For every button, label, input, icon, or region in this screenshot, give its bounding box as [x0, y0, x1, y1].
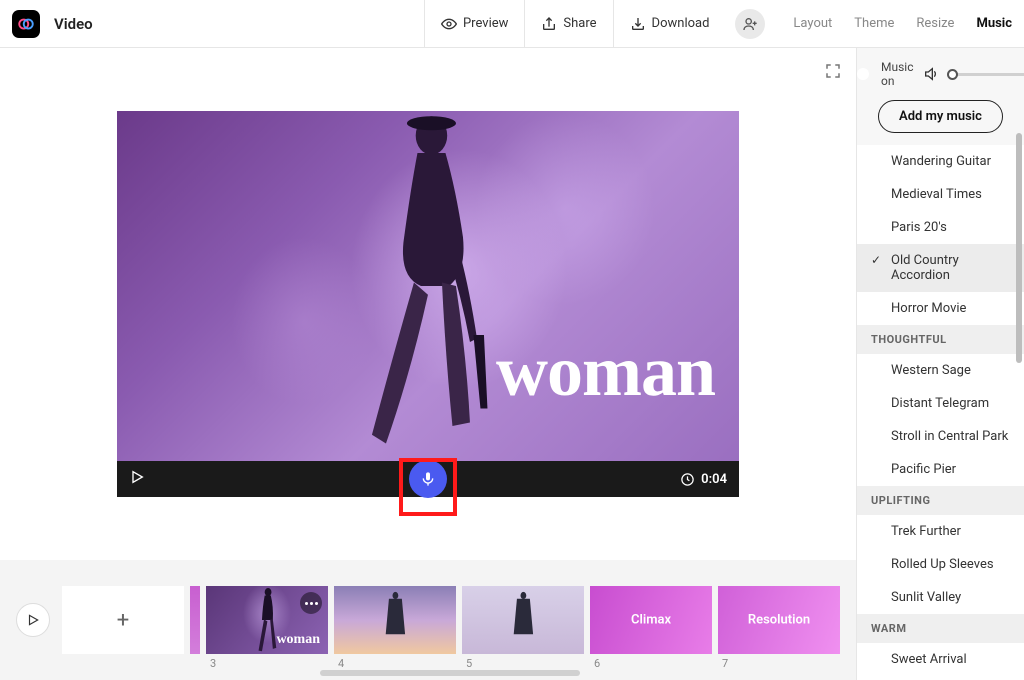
track-category: WARM [857, 614, 1024, 643]
stage: woman 0:04 [0, 48, 856, 560]
clock-icon [680, 472, 695, 487]
player-bar: 0:04 [117, 461, 739, 497]
eye-icon [441, 16, 457, 32]
microphone-icon [420, 471, 436, 487]
app-logo [12, 10, 40, 38]
preview-button[interactable]: Preview [424, 0, 524, 48]
track-item[interactable]: Sweet Arrival [857, 643, 1024, 676]
main: woman 0:04 [0, 48, 1024, 680]
volume-slider[interactable] [947, 73, 1024, 76]
play-button[interactable] [129, 469, 145, 489]
track-category: THOUGHTFUL [857, 325, 1024, 354]
track-item[interactable]: Wandering Guitar [857, 145, 1024, 178]
share-icon [541, 16, 557, 32]
thumb-number: 6 [594, 657, 600, 670]
thumb-number: 4 [338, 657, 344, 670]
timeline-thumb[interactable]: woman3 [206, 586, 328, 654]
track-item[interactable]: Western Sage [857, 354, 1024, 387]
speaker-icon[interactable] [923, 66, 939, 82]
timeline-play-button[interactable] [16, 603, 50, 637]
track-category: UPLIFTING [857, 486, 1024, 515]
download-icon [630, 16, 646, 32]
download-button[interactable]: Download [613, 0, 726, 48]
track-item[interactable]: Horror Movie [857, 292, 1024, 325]
left-pane: woman 0:04 [0, 48, 856, 680]
panel-nav: Layout Theme Resize Music [793, 16, 1012, 31]
thumb-number: 7 [722, 657, 728, 670]
timeline-thumb[interactable]: Climax6 [590, 586, 712, 654]
overlay-text[interactable]: woman [496, 330, 715, 413]
panel-scrollbar[interactable] [1016, 133, 1022, 363]
expand-button[interactable] [824, 62, 842, 84]
track-item[interactable]: Rolled Up Sleeves [857, 548, 1024, 581]
music-panel: Music on Add my music Wandering GuitarMe… [856, 48, 1024, 680]
thumb-number: 5 [466, 657, 472, 670]
track-item[interactable]: Old Country Accordion [857, 244, 1024, 292]
preview-image: woman [117, 111, 739, 461]
track-item[interactable]: Pacific Pier [857, 453, 1024, 486]
track-item[interactable]: Distant Telegram [857, 387, 1024, 420]
share-button[interactable]: Share [524, 0, 612, 48]
track-list: Wandering GuitarMedieval TimesParis 20's… [857, 145, 1024, 680]
thumb-menu-button[interactable] [300, 592, 322, 614]
duration: 0:04 [680, 472, 727, 487]
mic-button[interactable] [409, 460, 447, 498]
timeline-thumb[interactable]: 4 [334, 586, 456, 654]
timeline-scrollbar[interactable] [320, 670, 580, 676]
track-item[interactable]: Sunlit Valley [857, 581, 1024, 614]
music-toggle-label: Music on [881, 60, 913, 88]
track-item[interactable]: Tucking In [857, 676, 1024, 680]
nav-music[interactable]: Music [976, 16, 1012, 31]
timeline-thumb[interactable]: Resolution7 [718, 586, 840, 654]
track-item[interactable]: Paris 20's [857, 211, 1024, 244]
nav-theme[interactable]: Theme [854, 16, 894, 31]
add-music-button[interactable]: Add my music [878, 100, 1003, 133]
person-add-icon [742, 16, 758, 32]
timeline-tray: +woman345Climax6Resolution7 [0, 560, 856, 680]
canvas[interactable]: woman 0:04 [117, 111, 739, 497]
timeline-thumb[interactable]: 5 [462, 586, 584, 654]
top-bar: Video Preview Share Download Layout Them… [0, 0, 1024, 48]
nav-layout[interactable]: Layout [793, 16, 832, 31]
page-title: Video [54, 15, 93, 33]
thumb-number: 3 [210, 657, 216, 670]
track-item[interactable]: Trek Further [857, 515, 1024, 548]
invite-button[interactable] [735, 9, 765, 39]
timeline-strip[interactable] [190, 586, 200, 654]
track-item[interactable]: Medieval Times [857, 178, 1024, 211]
nav-resize[interactable]: Resize [916, 16, 954, 31]
thumbnail-strip: + woman345Climax6Resolution7 [62, 586, 840, 654]
track-item[interactable]: Stroll in Central Park [857, 420, 1024, 453]
add-slide-button[interactable]: + [62, 586, 184, 654]
